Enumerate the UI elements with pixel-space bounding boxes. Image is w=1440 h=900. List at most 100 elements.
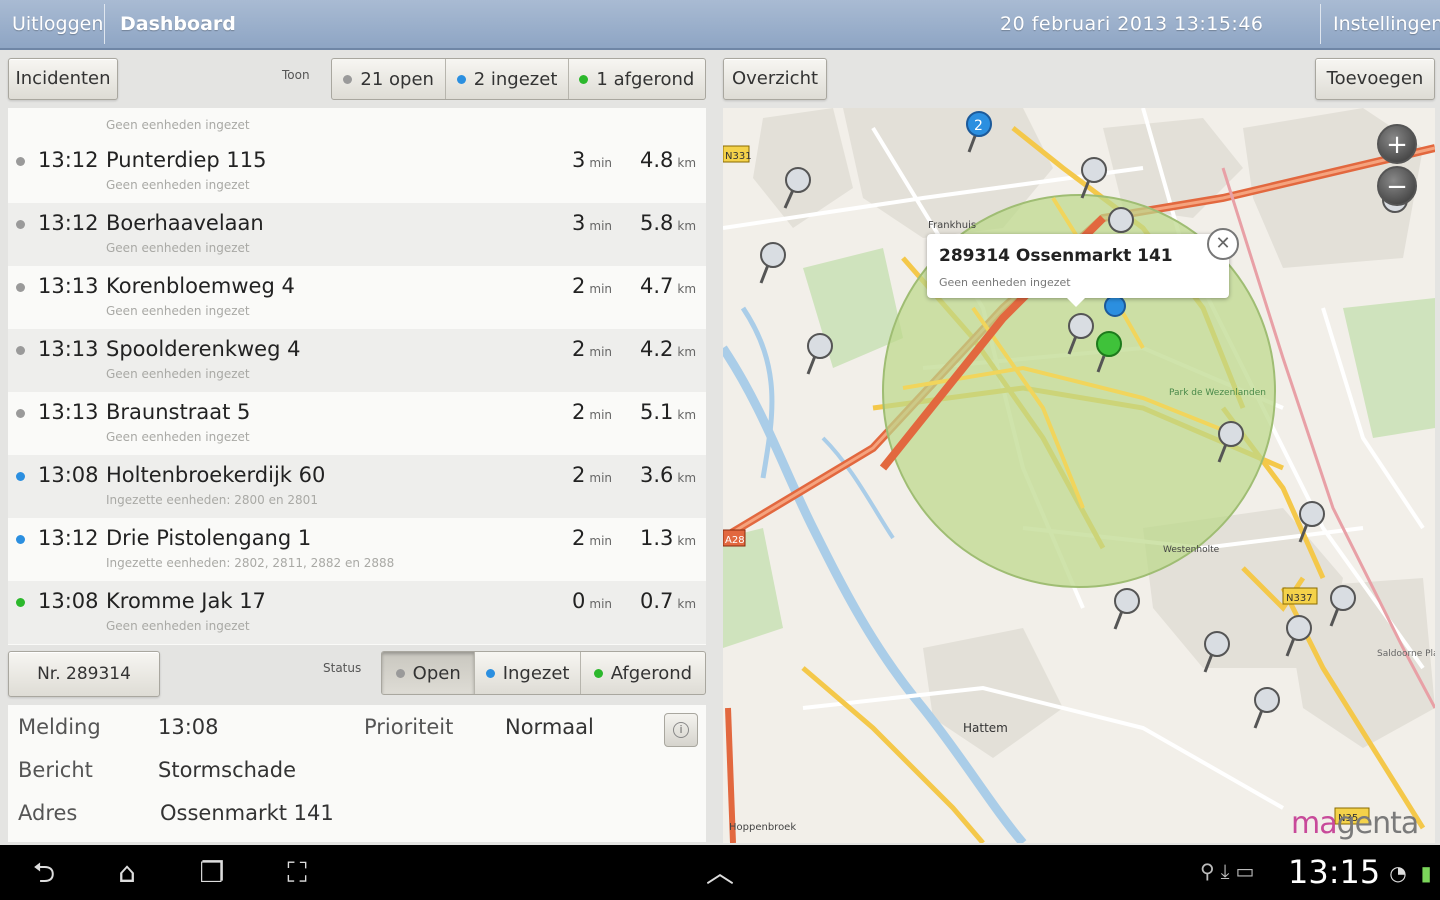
info-button[interactable]: i: [664, 713, 698, 747]
status-dot-icon: [16, 535, 25, 544]
incident-minutes: 2 min: [572, 337, 612, 361]
map-pin-icon[interactable]: [760, 242, 786, 268]
system-clock: 13:15: [1288, 853, 1381, 891]
map-pin-icon[interactable]: [1204, 631, 1230, 657]
minutes-value: 2: [572, 337, 586, 361]
minutes-value: 3: [572, 211, 586, 235]
incident-detail-panel: Melding 13:08 Prioriteit Normaal i Beric…: [8, 705, 706, 842]
map-pin-icon[interactable]: [1286, 615, 1312, 641]
map-pin-number: 2: [974, 118, 983, 134]
map-pin-icon[interactable]: [807, 333, 833, 359]
map-pin-icon[interactable]: [1068, 313, 1094, 339]
system-nav-bar: ⮌ ⌂ ❐ ⛶ ︿ ⚲⤓▭ 13:15 ◔ ▮: [0, 845, 1440, 900]
magenta-logo: magenta: [1291, 806, 1420, 841]
minutes-value: 2: [572, 274, 586, 298]
status-dot-icon: [16, 409, 25, 418]
filter-completed[interactable]: 1 afgerond: [567, 59, 705, 99]
incident-time: 13:13: [38, 274, 99, 298]
distance-unit: km: [677, 282, 697, 296]
distance-unit: km: [677, 345, 697, 359]
minutes-unit: min: [589, 282, 613, 296]
battery-icon: ▮: [1420, 861, 1432, 885]
incident-minutes: 2 min: [572, 463, 612, 487]
minutes-value: 2: [572, 463, 586, 487]
close-icon[interactable]: ✕: [1207, 228, 1239, 260]
distance-unit: km: [677, 156, 697, 170]
map-pin-icon[interactable]: [785, 167, 811, 193]
status-open[interactable]: Open: [382, 652, 475, 694]
list-item[interactable]: 13:12 Drie Pistolengang 1 2 min 1.3 km Ing…: [8, 518, 706, 581]
incident-address: Spoolderenkweg 4: [106, 337, 301, 361]
map-popup[interactable]: 289314 Ossenmarkt 141 Geen eenheden inge…: [927, 228, 1239, 307]
incident-list[interactable]: Geen eenheden ingezet 13:12 Punterdiep 1…: [8, 108, 706, 645]
address-label: Adres: [18, 801, 78, 825]
place-label: Hoppenbroek: [729, 822, 796, 833]
logo-part-2: genta: [1336, 806, 1420, 841]
list-item-sub: Geen eenheden ingezet: [106, 118, 250, 132]
screenshot-icon[interactable]: ⛶: [275, 855, 319, 891]
settings-button[interactable]: Instellingen: [1333, 0, 1440, 48]
map-pin-icon[interactable]: [1330, 585, 1356, 611]
list-item[interactable]: 13:12 Boerhaavelaan 3 min 5.8 km Geen eenh…: [8, 203, 706, 266]
show-label: Toon: [282, 68, 310, 82]
zoom-out-button[interactable]: −: [1377, 166, 1417, 206]
road-label: N337: [1286, 593, 1313, 604]
overview-button[interactable]: Overzicht: [723, 58, 827, 100]
minutes-value: 2: [572, 526, 586, 550]
filter-deployed[interactable]: 2 ingezet: [445, 59, 567, 99]
map-pin-green-icon[interactable]: [1096, 331, 1122, 357]
map-pin-icon[interactable]: [1108, 207, 1134, 233]
chevron-up-icon[interactable]: ︿: [698, 855, 742, 891]
incident-address: Punterdiep 115: [106, 148, 267, 172]
list-item[interactable]: 13:08 Kromme Jak 17 0 min 0.7 km Geen eenh…: [8, 581, 706, 644]
filter-open[interactable]: 21 open: [332, 59, 445, 99]
incident-minutes: 2 min: [572, 526, 612, 550]
incident-distance: 5.8 km: [640, 211, 696, 235]
place-label: Frankhuis: [928, 220, 976, 231]
map-view[interactable]: 2 N331 A28 N337 N35 Hattem Frankhuis Par…: [723, 108, 1435, 843]
map-pin-icon[interactable]: [1114, 588, 1140, 614]
list-item[interactable]: 13:13 Braunstraat 5 2 min 5.1 km Geen eenh…: [8, 392, 706, 455]
page-title: Dashboard: [120, 13, 236, 35]
date-time: 20 februari 2013 13:15:46: [1000, 13, 1264, 35]
add-button[interactable]: Toevoegen: [1315, 58, 1435, 100]
incident-distance: 0.7 km: [640, 589, 696, 613]
list-item[interactable]: 13:13 Korenbloemweg 4 2 min 4.7 km Geen ee…: [8, 266, 706, 329]
top-bar: Uitloggen Dashboard 20 februari 2013 13:…: [0, 0, 1440, 50]
status-dot-icon: [593, 668, 603, 678]
minutes-unit: min: [589, 219, 613, 233]
incident-minutes: 3 min: [572, 148, 612, 172]
back-icon[interactable]: ⮌: [22, 855, 66, 891]
filter-deployed-label: 2 ingezet: [473, 68, 558, 90]
status-deployed[interactable]: Ingezet: [474, 652, 579, 694]
minutes-value: 2: [572, 400, 586, 424]
map-pin-icon[interactable]: [1299, 501, 1325, 527]
status-completed[interactable]: Afgerond: [579, 652, 705, 694]
list-item[interactable]: 13:13 Spoolderenkweg 4 2 min 4.2 km Geen e…: [8, 329, 706, 392]
logout-button[interactable]: Uitloggen: [12, 0, 103, 48]
distance-unit: km: [677, 408, 697, 422]
incidents-button[interactable]: Incidenten: [8, 58, 118, 100]
home-icon[interactable]: ⌂: [105, 855, 149, 891]
status-dot-icon: [16, 283, 25, 292]
incident-minutes: 0 min: [572, 589, 612, 613]
distance-value: 3.6: [640, 463, 674, 487]
map-pin-icon[interactable]: [1218, 421, 1244, 447]
zoom-in-button[interactable]: +: [1377, 124, 1417, 164]
map-pin-icon[interactable]: [1254, 687, 1280, 713]
minutes-unit: min: [589, 345, 613, 359]
incident-distance: 5.1 km: [640, 400, 696, 424]
list-item[interactable]: 13:12 Punterdiep 115 3 min 4.8 km Geen een…: [8, 140, 706, 203]
popup-title: 289314 Ossenmarkt 141: [939, 246, 1173, 266]
map-pin-icon[interactable]: [1081, 157, 1107, 183]
incident-distance: 4.8 km: [640, 148, 696, 172]
incident-minutes: 3 min: [572, 211, 612, 235]
distance-value: 5.1: [640, 400, 674, 424]
incident-number-button[interactable]: Nr. 289314: [8, 651, 160, 697]
priority-label: Prioriteit: [364, 715, 454, 739]
list-item[interactable]: 13:08 Holtenbroekerdijk 60 2 min 3.6 km In…: [8, 455, 706, 518]
map-pin-blue-icon[interactable]: [1104, 295, 1126, 317]
recent-apps-icon[interactable]: ❐: [190, 855, 234, 891]
logo-part-1: ma: [1291, 806, 1338, 841]
status-label: Status: [323, 661, 362, 675]
